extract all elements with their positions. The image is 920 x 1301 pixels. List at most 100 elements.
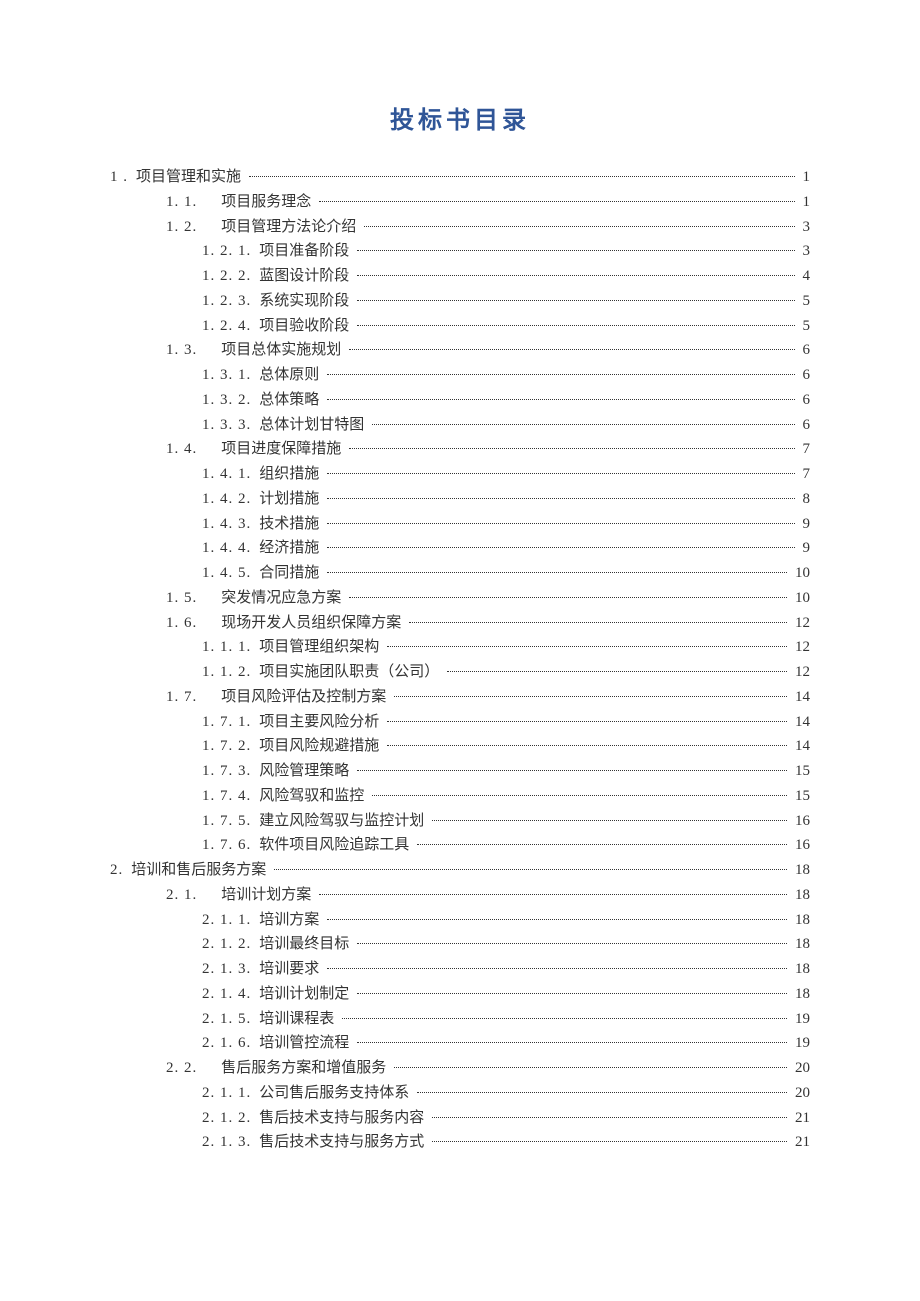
toc-text: 项目管理方法论介绍: [221, 215, 356, 240]
toc-leader-dots: [249, 176, 794, 177]
toc-number: 1. 1. 1.: [202, 635, 251, 660]
toc-leader-dots: [327, 374, 794, 375]
toc-leader-dots: [372, 795, 787, 796]
toc-leader-dots: [327, 919, 787, 920]
toc-number: 1. 3.: [166, 338, 197, 363]
page-container: 投标书目录 1 .项目管理和实施11. 1.项目服务理念11. 2.项目管理方法…: [0, 0, 920, 1215]
toc-page-number: 18: [795, 982, 810, 1007]
toc-entry: 1. 2. 3.系统实现阶段5: [110, 289, 810, 314]
toc-entry: 1. 5.突发情况应急方案10: [110, 586, 810, 611]
toc-number: 1. 3. 2.: [202, 388, 251, 413]
toc-leader-dots: [387, 721, 787, 722]
toc-number: 2. 1.: [166, 883, 197, 908]
toc-number: 1. 7. 4.: [202, 784, 251, 809]
toc-page-number: 15: [795, 784, 810, 809]
toc-text: 系统实现阶段: [259, 289, 349, 314]
toc-leader-dots: [432, 820, 787, 821]
toc-entry: 2. 1. 3.培训要求18: [110, 957, 810, 982]
toc-leader-dots: [349, 597, 787, 598]
toc-text: 售后服务方案和增值服务: [221, 1056, 386, 1081]
toc-number: 1. 4. 1.: [202, 462, 251, 487]
toc-text: 总体策略: [259, 388, 319, 413]
toc-number: 1. 5.: [166, 586, 197, 611]
toc-page-number: 6: [803, 413, 811, 438]
toc-page-number: 21: [795, 1130, 810, 1155]
toc-number: 1. 3. 3.: [202, 413, 251, 438]
document-title: 投标书目录: [110, 100, 810, 135]
toc-page-number: 7: [803, 462, 811, 487]
toc-page-number: 4: [803, 264, 811, 289]
toc-text: 项目实施团队职责（公司）: [259, 660, 439, 685]
toc-text: 培训最终目标: [259, 932, 349, 957]
toc-text: 总体计划甘特图: [259, 413, 364, 438]
toc-entry: 1. 1.项目服务理念1: [110, 190, 810, 215]
toc-number: 2. 1. 3.: [202, 957, 251, 982]
toc-number: 1 .: [110, 165, 128, 190]
toc-number: 1. 4. 2.: [202, 487, 251, 512]
toc-entry: 2. 1. 1.培训方案18: [110, 908, 810, 933]
toc-leader-dots: [274, 869, 787, 870]
toc-leader-dots: [357, 275, 794, 276]
toc-text: 培训方案: [259, 908, 319, 933]
toc-page-number: 18: [795, 932, 810, 957]
toc-entry: 2. 1. 1.公司售后服务支持体系20: [110, 1081, 810, 1106]
toc-text: 培训管控流程: [259, 1031, 349, 1056]
toc-leader-dots: [394, 1067, 787, 1068]
toc-page-number: 3: [803, 239, 811, 264]
toc-entry: 1. 7. 1.项目主要风险分析14: [110, 710, 810, 735]
toc-text: 培训要求: [259, 957, 319, 982]
toc-entry: 1. 2. 4.项目验收阶段5: [110, 314, 810, 339]
toc-text: 计划措施: [259, 487, 319, 512]
toc-text: 项目服务理念: [221, 190, 311, 215]
toc-text: 蓝图设计阶段: [259, 264, 349, 289]
toc-entry: 1. 4. 2.计划措施8: [110, 487, 810, 512]
toc-entry: 1. 2. 1.项目准备阶段3: [110, 239, 810, 264]
toc-page-number: 14: [795, 710, 810, 735]
toc-number: 1. 1. 2.: [202, 660, 251, 685]
toc-leader-dots: [357, 325, 794, 326]
toc-leader-dots: [327, 523, 794, 524]
toc-text: 售后技术支持与服务方式: [259, 1130, 424, 1155]
toc-text: 培训和售后服务方案: [131, 858, 266, 883]
toc-number: 1. 3. 1.: [202, 363, 251, 388]
toc-number: 1. 7. 6.: [202, 833, 251, 858]
toc-entry: 1. 7.项目风险评估及控制方案14: [110, 685, 810, 710]
toc-page-number: 10: [795, 561, 810, 586]
toc-number: 2. 1. 2.: [202, 1106, 251, 1131]
toc-number: 1. 2. 1.: [202, 239, 251, 264]
toc-page-number: 19: [795, 1007, 810, 1032]
toc-entry: 1. 3. 3. 总体计划甘特图 6: [110, 413, 810, 438]
toc-number: 2. 1. 6.: [202, 1031, 251, 1056]
toc-leader-dots: [327, 473, 794, 474]
toc-page-number: 3: [803, 215, 811, 240]
toc-entry: 1. 3. 2.总体策略6: [110, 388, 810, 413]
toc-text: 风险管理策略: [259, 759, 349, 784]
toc-text: 总体原则: [259, 363, 319, 388]
toc-text: 项目管理组织架构: [259, 635, 379, 660]
toc-number: 2.: [110, 858, 123, 883]
toc-number: 1. 4.: [166, 437, 197, 462]
toc-text: 经济措施: [259, 536, 319, 561]
toc-leader-dots: [357, 943, 787, 944]
toc-number: 2. 1. 3.: [202, 1130, 251, 1155]
toc-text: 项目管理和实施: [136, 165, 241, 190]
toc-entry: 2. 1. 2.培训最终目标18: [110, 932, 810, 957]
toc-entry: 1. 1. 1. 项目管理组织架构 12: [110, 635, 810, 660]
toc-leader-dots: [327, 399, 794, 400]
toc-number: 2. 1. 1.: [202, 1081, 251, 1106]
toc-page-number: 10: [795, 586, 810, 611]
table-of-contents: 1 .项目管理和实施11. 1.项目服务理念11. 2.项目管理方法论介绍31.…: [110, 165, 810, 1155]
toc-entry: 1. 4. 5.合同措施10: [110, 561, 810, 586]
toc-page-number: 5: [803, 289, 811, 314]
toc-entry: 1 .项目管理和实施1: [110, 165, 810, 190]
toc-leader-dots: [372, 424, 794, 425]
toc-leader-dots: [327, 498, 794, 499]
toc-leader-dots: [387, 646, 787, 647]
toc-page-number: 9: [803, 536, 811, 561]
toc-leader-dots: [432, 1141, 787, 1142]
toc-page-number: 12: [795, 635, 810, 660]
toc-leader-dots: [357, 300, 794, 301]
toc-entry: 2. 1. 4.培训计划制定18: [110, 982, 810, 1007]
toc-page-number: 12: [795, 660, 810, 685]
toc-text: 软件项目风险追踪工具: [259, 833, 409, 858]
